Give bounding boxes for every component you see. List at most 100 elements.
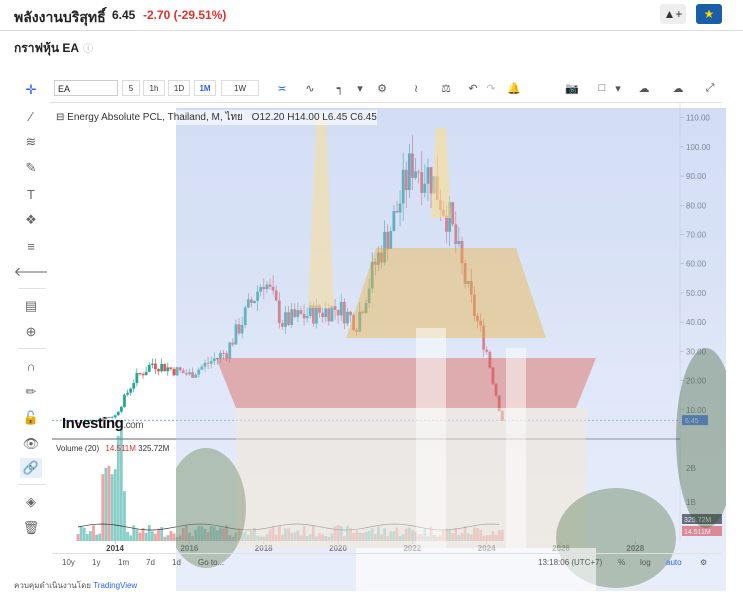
- volume-bar: [284, 528, 287, 541]
- symbol-input[interactable]: EA: [54, 80, 118, 96]
- measure-icon[interactable]: ≡: [20, 236, 42, 256]
- watchlist-star-button[interactable]: ★: [696, 4, 722, 24]
- tf-1d[interactable]: 1D: [168, 80, 190, 96]
- chart-type-dropdown-icon[interactable]: ▾: [350, 80, 370, 96]
- ruler-icon[interactable]: ▤: [20, 296, 42, 316]
- trendline-icon[interactable]: ∕: [20, 106, 42, 126]
- candle-body: [330, 306, 334, 322]
- chart-settings-icon[interactable]: ⚙: [700, 558, 707, 567]
- candle-body: [212, 358, 216, 362]
- volume-bar: [423, 528, 427, 541]
- candle-body: [215, 358, 219, 359]
- footer: ควบคุมดำเนินงานโดย TradingView: [14, 581, 138, 590]
- eye-icon[interactable]: 👁: [20, 434, 42, 454]
- candle-body: [246, 299, 250, 308]
- candle-body: [222, 352, 225, 354]
- range-1m[interactable]: 1m: [118, 558, 129, 567]
- range-7d[interactable]: 7d: [146, 558, 155, 567]
- volume-bar: [305, 535, 309, 541]
- volume-bar: [451, 533, 455, 541]
- tf-1h[interactable]: 1h: [143, 80, 165, 96]
- settings-icon[interactable]: ⚙: [372, 80, 392, 96]
- price-chart[interactable]: 110.00 100.00 90.00 80.00 70.00 60.00 50.00 40.…: [52, 103, 722, 553]
- volume-bar: [460, 532, 464, 541]
- legend-collapse-icon[interactable]: ⊟: [56, 112, 64, 123]
- range-1y[interactable]: 1y: [92, 558, 100, 567]
- crosshair-icon[interactable]: ✛: [20, 80, 42, 100]
- pencil-lock-icon[interactable]: ✏: [20, 382, 42, 402]
- tf-1m[interactable]: 1M: [194, 80, 216, 96]
- template-dropdown-icon[interactable]: ▾: [608, 80, 628, 96]
- volume-bar: [231, 536, 235, 541]
- price-tick-label: 10.00: [686, 406, 707, 415]
- magnet-icon[interactable]: ∩: [20, 356, 42, 376]
- volume-bar: [299, 535, 303, 541]
- trash-icon[interactable]: 🗑: [20, 518, 42, 538]
- tf-1w-dropdown[interactable]: 1W: [221, 80, 259, 96]
- log-toggle[interactable]: log: [640, 558, 651, 567]
- link-icon[interactable]: 🔗: [20, 458, 42, 478]
- candle-body: [414, 171, 417, 178]
- candle-body: [302, 313, 306, 319]
- volume-bar: [414, 531, 417, 541]
- candle-body: [268, 284, 272, 287]
- volume-bar: [373, 533, 377, 541]
- goto-button[interactable]: Go to...: [198, 558, 224, 567]
- volume-bar: [191, 536, 194, 541]
- candle-body: [342, 301, 346, 324]
- candle-body: [420, 172, 424, 193]
- volume-bar: [494, 534, 498, 541]
- line-chart-icon[interactable]: ∿: [300, 80, 320, 96]
- alert-icon[interactable]: 🔔: [504, 80, 524, 96]
- candle-body: [240, 325, 244, 334]
- divider: [18, 288, 46, 289]
- info-icon[interactable]: ⓘ: [83, 44, 93, 55]
- pattern-icon[interactable]: ❖: [20, 210, 42, 230]
- redo-icon[interactable]: ↷: [481, 80, 501, 96]
- volume-bar: [361, 533, 365, 541]
- fib-icon[interactable]: ≋: [20, 132, 42, 152]
- fullscreen-icon[interactable]: ⤢: [700, 80, 720, 96]
- tradingview-link[interactable]: TradingView: [93, 581, 137, 590]
- brush-icon[interactable]: ✎: [20, 158, 42, 178]
- volume-bar: [215, 530, 219, 541]
- candles-icon[interactable]: ≍: [272, 80, 292, 96]
- layers-icon[interactable]: ◈: [20, 492, 42, 512]
- year-label: 2028: [626, 544, 644, 553]
- volume-bar: [200, 526, 204, 541]
- tf-5[interactable]: 5: [122, 80, 140, 96]
- text-icon[interactable]: T: [20, 184, 42, 204]
- lock-icon[interactable]: 🔓: [20, 408, 42, 428]
- auto-toggle[interactable]: auto: [666, 558, 682, 567]
- indicators-icon[interactable]: ≀: [406, 80, 426, 96]
- divider: [18, 348, 46, 349]
- volume-bar: [448, 529, 452, 541]
- add-portfolio-button[interactable]: ▲+: [660, 4, 686, 24]
- range-10y[interactable]: 10y: [62, 558, 75, 567]
- cloud-load-icon[interactable]: ☁: [634, 80, 654, 96]
- zoom-in-icon[interactable]: ⊕: [20, 322, 42, 342]
- candle-body: [349, 311, 352, 316]
- percent-toggle[interactable]: %: [618, 558, 625, 567]
- volume-tick-label: 2B: [686, 464, 696, 473]
- range-1d[interactable]: 1d: [172, 558, 181, 567]
- back-arrow-icon[interactable]: 🡐: [14, 262, 49, 282]
- volume-bar: [82, 527, 86, 541]
- undo-icon[interactable]: ↶: [463, 80, 483, 96]
- candle-body: [367, 288, 371, 304]
- bars-icon[interactable]: ┑: [330, 80, 350, 96]
- camera-icon[interactable]: 📷: [562, 80, 582, 96]
- volume-bar: [380, 534, 383, 541]
- top-bar: พลังงานบริสุทธิ์ 6.45 -2.70 (-29.51%) ▲+…: [0, 0, 743, 31]
- candle-body: [144, 371, 148, 376]
- candle-body: [352, 315, 356, 331]
- candle-body: [485, 349, 489, 352]
- compare-icon[interactable]: ⚖: [436, 80, 456, 96]
- candle-body: [219, 352, 222, 359]
- candle-body: [358, 311, 362, 332]
- volume-bar: [411, 529, 414, 541]
- volume-bar: [250, 530, 253, 541]
- candle-body: [463, 263, 467, 284]
- volume-bar: [318, 533, 321, 541]
- cloud-save-icon[interactable]: ☁: [668, 80, 688, 96]
